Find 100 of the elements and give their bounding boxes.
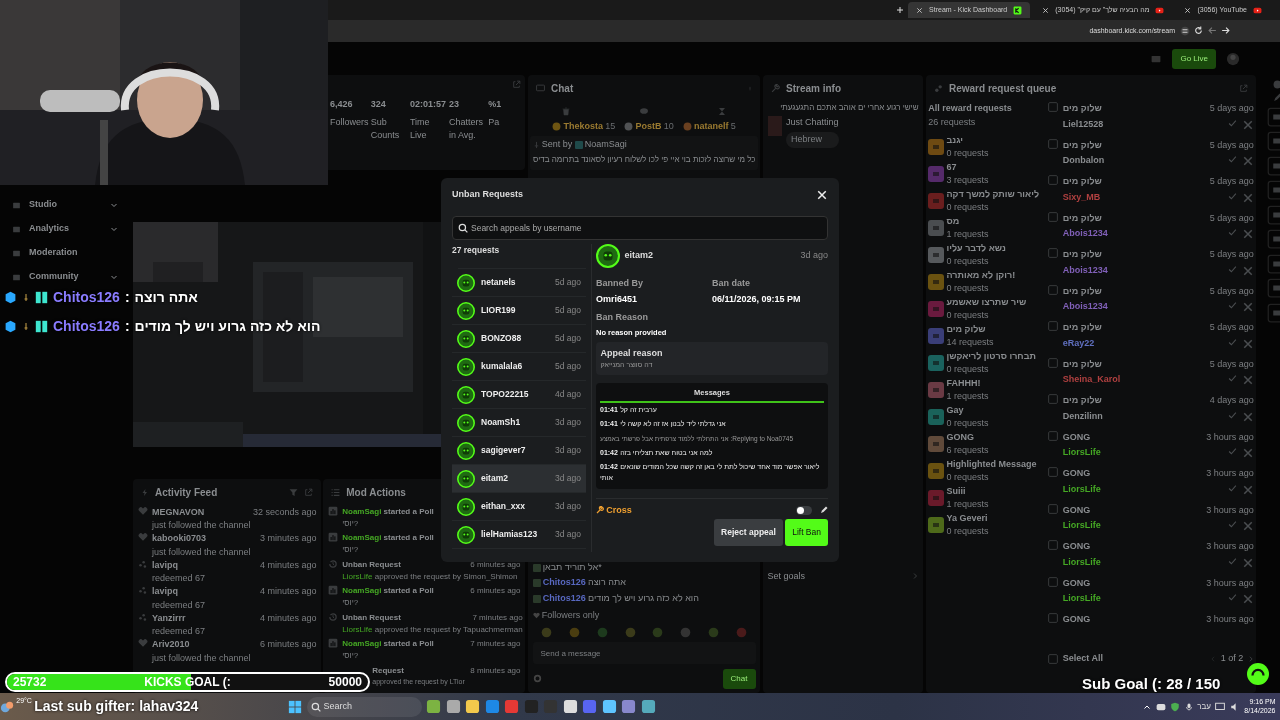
filter-icon[interactable] <box>289 487 298 497</box>
reject-icon[interactable] <box>1241 191 1254 204</box>
back-icon[interactable] <box>1207 26 1217 35</box>
request-list-item[interactable]: kumalala6 5d ago <box>452 353 586 381</box>
reward-name[interactable]: תבחרו סרטון לריאקשן <box>946 349 1036 363</box>
check-icon[interactable] <box>1228 228 1238 237</box>
check-icon[interactable] <box>1228 483 1238 493</box>
checkbox-icon[interactable] <box>1048 211 1059 222</box>
reward-icon[interactable] <box>928 328 945 344</box>
trash-icon[interactable] <box>562 106 571 116</box>
pencil-icon[interactable] <box>820 506 828 515</box>
chat-input[interactable]: Send a message <box>532 642 756 664</box>
app-icon[interactable] <box>640 699 656 714</box>
emote-icon[interactable] <box>540 626 552 638</box>
request-list-item[interactable]: LIOR199 5d ago <box>452 297 586 325</box>
reject-icon[interactable] <box>1241 155 1254 167</box>
request-list-item[interactable]: lielHamias123 3d ago <box>452 521 586 549</box>
microphone-icon[interactable] <box>1184 701 1193 712</box>
check-icon[interactable] <box>1228 520 1238 529</box>
sidebar-item[interactable]: Analytics <box>0 217 130 241</box>
reject-icon[interactable] <box>1241 118 1254 131</box>
checkbox-icon[interactable] <box>1048 653 1059 664</box>
request-list-item[interactable]: netanels 5d ago <box>452 269 586 297</box>
app-icon[interactable] <box>445 699 461 714</box>
reward-name[interactable]: Highlighted Message <box>946 457 1037 471</box>
checkbox-icon[interactable] <box>1048 357 1059 368</box>
chat-send-button[interactable]: Chat <box>722 668 756 689</box>
chat-icon[interactable] <box>639 106 649 116</box>
reward-name[interactable]: נשא לדבר עליו <box>946 241 1006 255</box>
reject-icon[interactable] <box>1241 556 1254 569</box>
reward-name[interactable]: Suiii <box>946 484 966 498</box>
go-live-button[interactable]: Go Live <box>1172 48 1216 69</box>
reward-icon[interactable] <box>928 436 945 452</box>
reward-name[interactable]: יגנב <box>946 133 963 147</box>
sidebar-item[interactable]: Community <box>0 265 130 289</box>
external-link-icon[interactable] <box>511 79 521 89</box>
emote-icon[interactable] <box>624 626 636 638</box>
check-icon[interactable] <box>1228 191 1238 201</box>
check-icon[interactable] <box>1228 155 1238 164</box>
info-icon[interactable] <box>1272 79 1280 89</box>
reward-name[interactable]: Ya Geveri <box>946 511 988 525</box>
chat-popout-icon[interactable] <box>1150 53 1163 64</box>
reward-name[interactable]: רוקן לא מאותרה! <box>946 268 1016 282</box>
reject-icon[interactable] <box>1241 483 1254 496</box>
request-list-item[interactable]: NoamSh1 3d ago <box>452 409 586 437</box>
reject-icon[interactable] <box>1241 264 1254 277</box>
checkbox-icon[interactable] <box>1048 613 1059 623</box>
app-icon[interactable] <box>621 699 637 714</box>
next-page-icon[interactable] <box>1247 654 1254 663</box>
reward-name[interactable]: שלוק מים <box>946 322 986 336</box>
checkbox-icon[interactable] <box>1048 284 1059 295</box>
check-icon[interactable] <box>1228 337 1238 347</box>
check-icon[interactable] <box>1228 301 1238 310</box>
emote-icon[interactable] <box>652 626 664 638</box>
reward-name[interactable]: FAHHH! <box>946 376 981 390</box>
support-button-icon[interactable] <box>1247 663 1269 685</box>
tab-close-icon[interactable] <box>916 6 924 14</box>
request-list-item[interactable]: eitam2 3d ago <box>452 465 586 493</box>
set-goals-link[interactable]: Set goals <box>763 569 923 583</box>
check-icon[interactable] <box>1228 118 1238 128</box>
external-link-icon[interactable] <box>1239 84 1248 93</box>
checkbox-icon[interactable] <box>1048 430 1059 441</box>
reject-icon[interactable] <box>1241 337 1254 350</box>
check-icon[interactable] <box>1228 447 1238 456</box>
request-list-item[interactable]: eithan_xxx 3d ago <box>452 493 586 521</box>
reward-icon[interactable] <box>928 382 945 398</box>
reward-icon[interactable] <box>928 247 945 263</box>
sidebar-item[interactable]: Moderation <box>0 241 130 265</box>
emote-icon[interactable] <box>596 626 608 638</box>
emote-icon[interactable] <box>568 626 580 638</box>
checkbox-icon[interactable] <box>1048 248 1059 258</box>
hourglass-icon[interactable] <box>717 106 726 116</box>
request-list-item[interactable]: TOPO22215 4d ago <box>452 381 586 409</box>
settings-icon[interactable] <box>532 674 542 683</box>
emote-icon[interactable] <box>708 626 720 638</box>
reward-name[interactable]: ליאור שותק למשך דקה <box>946 187 1040 201</box>
site-settings-icon[interactable] <box>1179 26 1190 36</box>
shield-icon[interactable] <box>1170 701 1181 712</box>
reward-icon[interactable] <box>928 166 945 182</box>
request-list-item[interactable]: BONZO88 5d ago <box>452 325 586 353</box>
reject-appeal-button[interactable]: Reject appeal <box>714 519 783 546</box>
reward-icon[interactable] <box>928 490 945 506</box>
reject-icon[interactable] <box>1241 520 1254 532</box>
reward-icon[interactable] <box>928 409 945 425</box>
reject-icon[interactable] <box>1241 374 1254 386</box>
app-icon[interactable] <box>601 699 617 714</box>
search-field[interactable]: Search appeals by username <box>452 215 828 240</box>
profile-icon[interactable] <box>1226 51 1240 66</box>
app-icon[interactable] <box>562 699 578 714</box>
checkbox-icon[interactable] <box>1048 175 1059 185</box>
check-icon[interactable] <box>1228 593 1238 602</box>
check-icon[interactable] <box>1228 374 1238 383</box>
reward-icon[interactable] <box>928 274 945 290</box>
plus-icon[interactable] <box>896 6 905 14</box>
forward-icon[interactable] <box>1221 26 1230 35</box>
emote-icon[interactable] <box>736 626 748 638</box>
reward-name[interactable]: GONG <box>946 430 974 444</box>
reject-icon[interactable] <box>1241 301 1254 313</box>
check-icon[interactable] <box>1228 264 1238 274</box>
tab-close-icon[interactable] <box>1042 6 1050 14</box>
